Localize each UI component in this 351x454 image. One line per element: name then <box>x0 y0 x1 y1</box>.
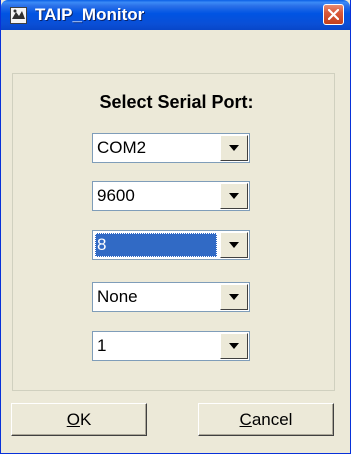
select-serial-port-heading: Select Serial Port: <box>99 92 254 112</box>
dialog-window: TAIP_Monitor Select Serial Port: COM2 96… <box>0 0 351 454</box>
parity-select-value: None <box>97 287 138 306</box>
window-title: TAIP_Monitor <box>35 5 145 24</box>
stop-bits-select[interactable]: 1 <box>92 331 250 361</box>
chevron-down-icon <box>229 145 239 151</box>
title-bar[interactable]: TAIP_Monitor <box>1 0 350 30</box>
parity-select[interactable]: None <box>92 282 250 312</box>
cancel-button-label: ancel <box>251 410 293 429</box>
port-dropdown-button[interactable] <box>220 135 248 161</box>
cancel-button-accel: C <box>239 410 252 429</box>
chevron-down-icon <box>229 193 239 199</box>
chevron-down-icon <box>229 242 239 248</box>
data-bits-select[interactable]: 8 <box>92 230 250 260</box>
ok-button-accel: O <box>66 410 80 429</box>
close-button[interactable] <box>323 4 344 25</box>
ok-button[interactable]: OK <box>11 403 147 436</box>
stop-bits-dropdown-button[interactable] <box>220 333 248 359</box>
cancel-button[interactable]: Cancel <box>198 403 334 436</box>
port-select-value: COM2 <box>97 138 147 157</box>
baud-rate-select-value: 9600 <box>97 186 135 205</box>
data-bits-dropdown-button[interactable] <box>220 232 248 258</box>
ok-button-label: K <box>79 410 92 429</box>
close-icon <box>328 9 339 20</box>
baud-rate-select[interactable]: 9600 <box>92 181 250 211</box>
stop-bits-select-value: 1 <box>97 336 107 355</box>
port-select[interactable]: COM2 <box>92 133 250 163</box>
chevron-down-icon <box>229 343 239 349</box>
data-bits-select-value: 8 <box>95 233 217 257</box>
parity-dropdown-button[interactable] <box>220 284 248 310</box>
app-icon <box>10 7 27 24</box>
baud-rate-dropdown-button[interactable] <box>220 183 248 209</box>
chevron-down-icon <box>229 294 239 300</box>
